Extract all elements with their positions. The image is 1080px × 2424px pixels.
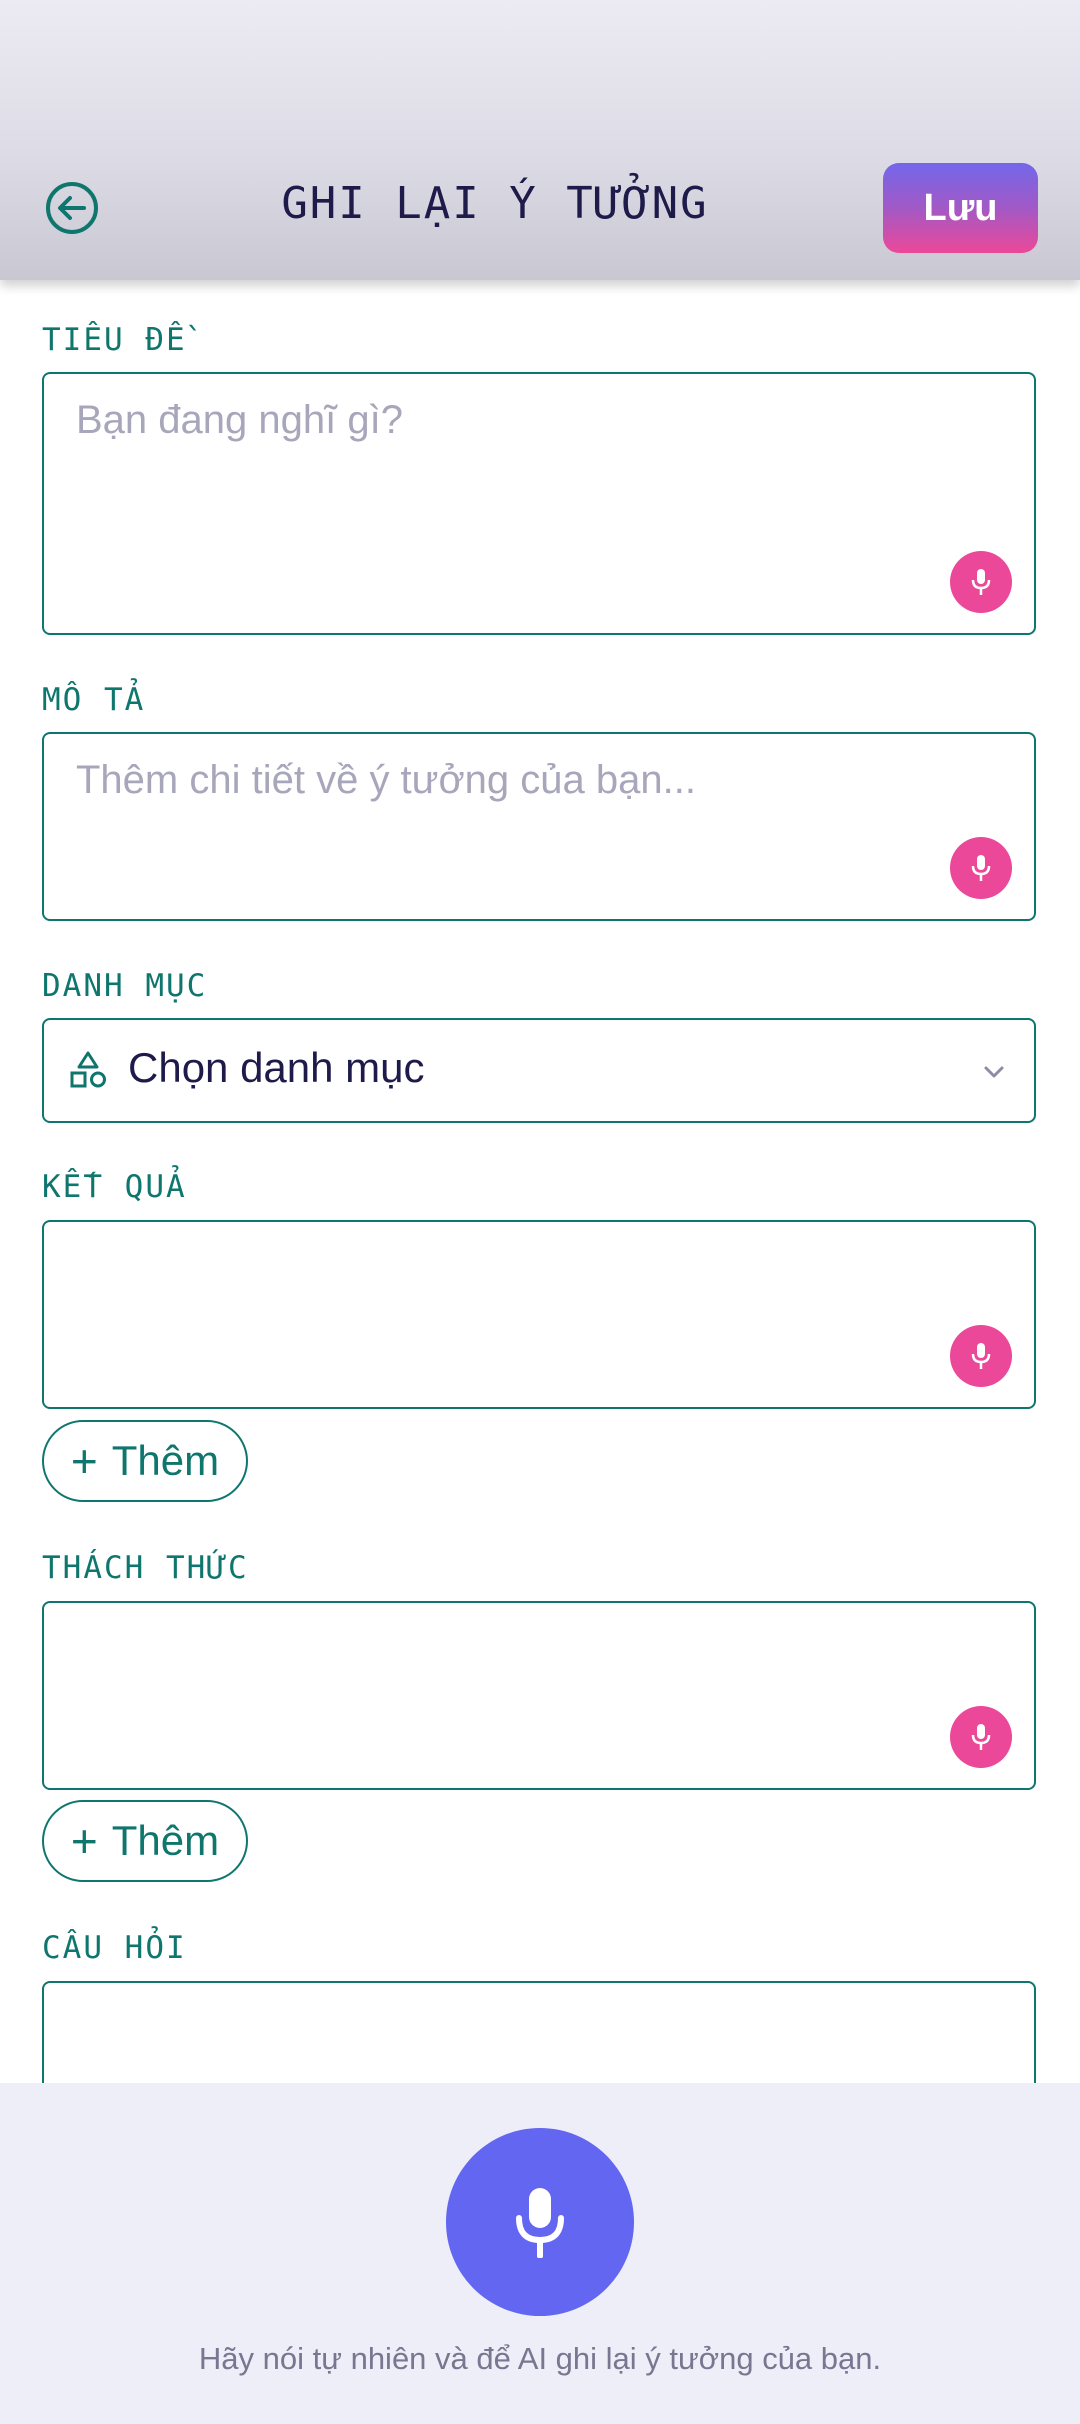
description-mic-button[interactable]	[950, 837, 1012, 899]
page-title: GHI LẠI Ý TƯỞNG	[281, 178, 709, 229]
arrow-left-circle-icon	[46, 182, 98, 234]
shapes-icon	[70, 1051, 106, 1088]
add-challenge-label: Thêm	[111, 1817, 220, 1864]
app-header: GHI LẠI Ý TƯỞNG Lưu	[0, 0, 1080, 280]
challenges-mic-button[interactable]	[950, 1706, 1012, 1768]
results-field[interactable]	[42, 1220, 1036, 1409]
chevron-down-icon	[984, 1066, 1004, 1078]
title-placeholder: Bạn đang nghĩ gì?	[76, 398, 403, 442]
microphone-icon	[516, 2188, 564, 2258]
description-field[interactable]: Thêm chi tiết về ý tưởng của bạn...	[42, 732, 1036, 921]
description-placeholder: Thêm chi tiết về ý tưởng của bạn...	[76, 758, 696, 802]
voice-hint-text: Hãy nói tự nhiên và để AI ghi lại ý tưởn…	[198, 2341, 882, 2376]
title-mic-button[interactable]	[950, 551, 1012, 613]
add-result-label: Thêm	[111, 1437, 220, 1484]
challenges-field[interactable]	[42, 1601, 1036, 1790]
plus-icon: +	[70, 1435, 98, 1487]
results-label: KẾT QUẢ	[42, 1169, 187, 1205]
voice-panel: Hãy nói tự nhiên và để AI ghi lại ý tưởn…	[0, 2083, 1080, 2424]
title-field[interactable]: Bạn đang nghĩ gì?	[42, 372, 1036, 635]
microphone-icon	[971, 569, 991, 595]
title-label: TIÊU ĐỀ	[42, 322, 187, 358]
voice-record-button[interactable]	[446, 2128, 634, 2316]
back-button[interactable]	[44, 180, 100, 236]
results-mic-button[interactable]	[950, 1325, 1012, 1387]
add-challenge-button[interactable]: + Thêm	[42, 1800, 248, 1882]
plus-icon: +	[70, 1815, 98, 1867]
save-button[interactable]: Lưu	[883, 163, 1038, 253]
questions-label: CÂU HỎI	[42, 1930, 187, 1966]
add-result-button[interactable]: + Thêm	[42, 1420, 248, 1502]
category-label: DANH MỤC	[42, 968, 208, 1004]
microphone-icon	[971, 1724, 991, 1750]
category-value: Chọn danh mục	[128, 1044, 425, 1091]
category-select[interactable]: Chọn danh mục	[42, 1018, 1036, 1123]
microphone-icon	[971, 855, 991, 881]
microphone-icon	[971, 1343, 991, 1369]
challenges-label: THÁCH THỨC	[42, 1550, 249, 1586]
description-label: MÔ TẢ	[42, 682, 146, 718]
